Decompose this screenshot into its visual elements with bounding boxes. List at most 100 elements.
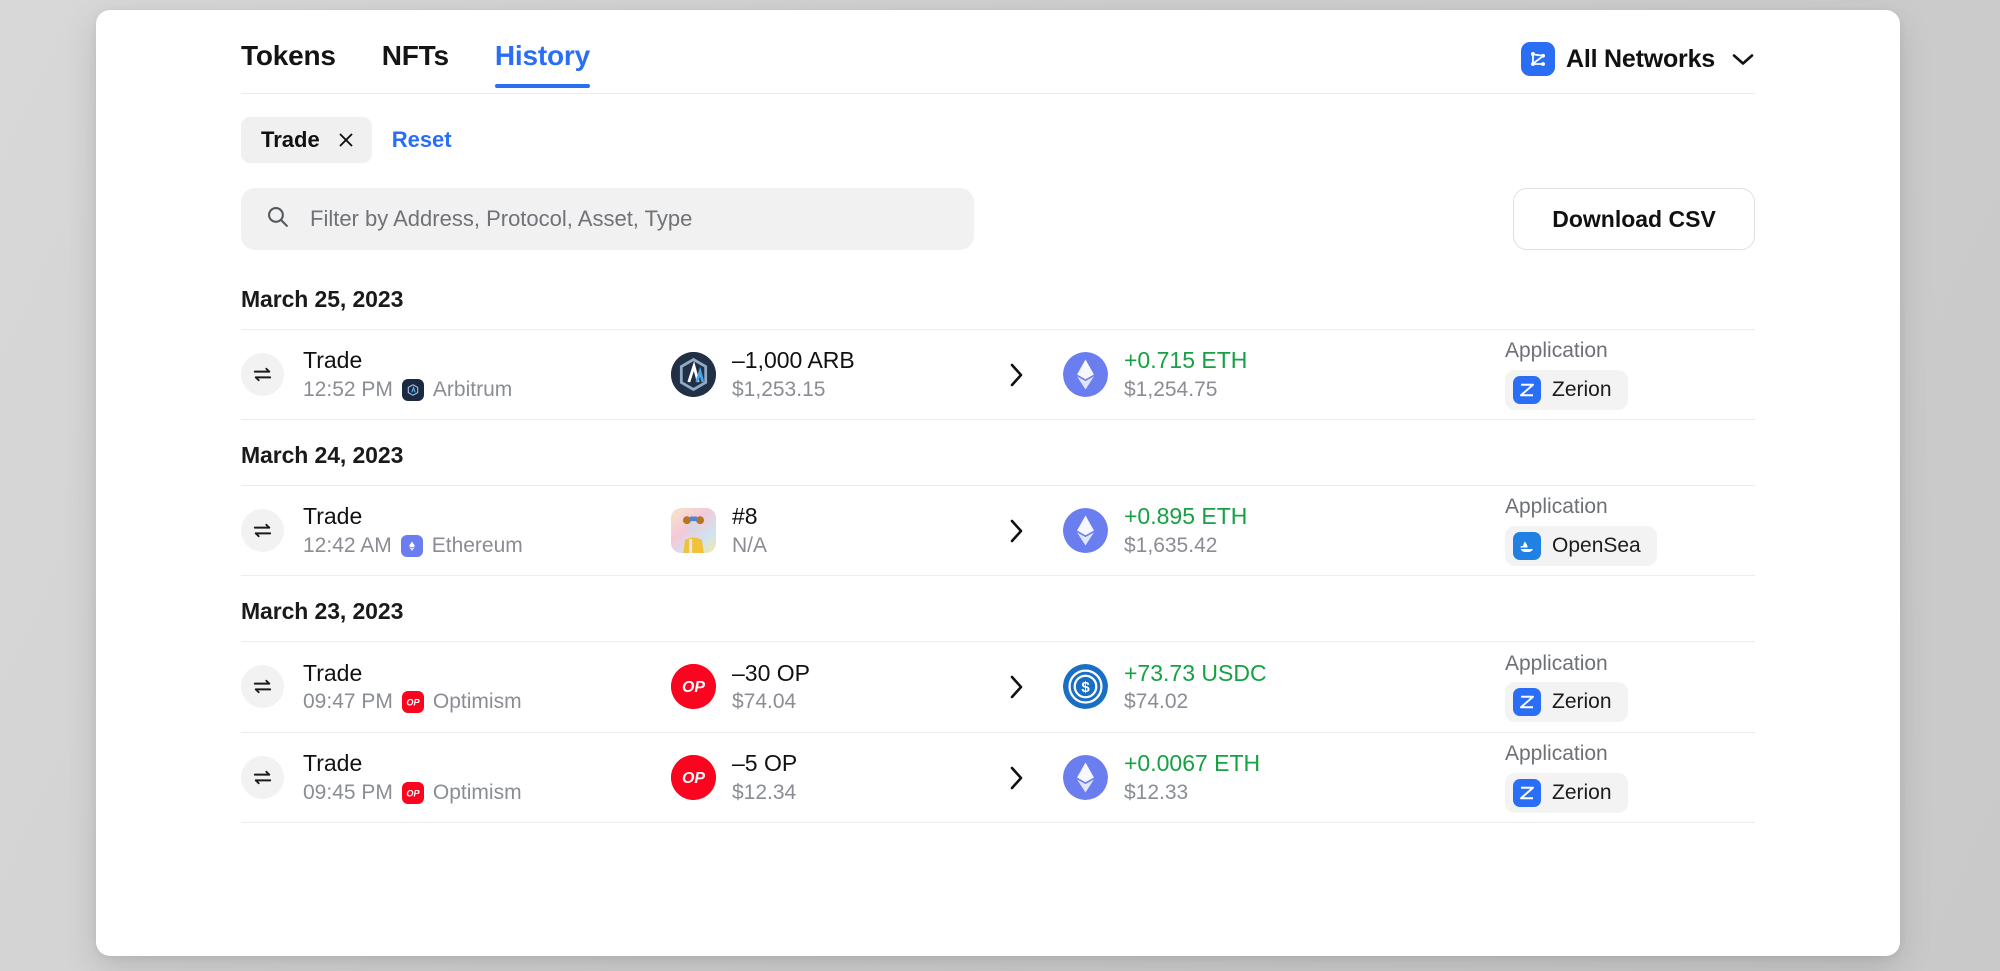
history-group: March 24, 2023 Trade 12:42 AM Ethereum #… — [241, 420, 1755, 576]
optimism-icon: OP — [401, 781, 424, 804]
optimism-icon: OP — [401, 691, 424, 714]
chevron-right-icon — [971, 361, 1063, 389]
svg-text:OP: OP — [406, 698, 420, 708]
row-type-cell: Trade 12:52 PM Arbitrum — [241, 347, 671, 402]
row-time: 09:47 PM — [303, 690, 393, 714]
close-icon[interactable] — [337, 131, 355, 149]
application-badge[interactable]: Zerion — [1505, 369, 1628, 410]
arbitrum-token-icon — [671, 351, 716, 397]
row-application-cell: Application Zerion — [1505, 339, 1755, 410]
swap-arrows-icon — [241, 508, 284, 552]
row-received-amount: +0.895 ETH — [1124, 503, 1248, 530]
tabs-divider — [241, 93, 1755, 94]
ethereum-token-icon — [1063, 351, 1108, 397]
date-header: March 25, 2023 — [241, 286, 404, 312]
application-name: Zerion — [1552, 780, 1612, 804]
row-received-cell: +0.0067 ETH $12.33 — [1063, 750, 1363, 805]
row-chain-label: Arbitrum — [432, 377, 513, 401]
row-sent-value: $1,253.15 — [732, 377, 826, 401]
row-type-cell: Trade 09:47 PM OP Optimism — [241, 660, 671, 715]
row-received-amount: +73.73 USDC — [1124, 659, 1267, 686]
row-type-label: Trade — [303, 347, 363, 374]
application-name: OpenSea — [1552, 533, 1641, 557]
application-badge[interactable]: Zerion — [1505, 682, 1628, 723]
chevron-right-icon — [971, 517, 1063, 545]
row-sent-value: $74.04 — [732, 690, 797, 714]
row-type-cell: Trade 12:42 AM Ethereum — [241, 503, 671, 558]
filter-chip-label: Trade — [261, 127, 320, 152]
row-application-cell: Application OpenSea — [1505, 495, 1755, 566]
swap-arrows-icon — [241, 665, 284, 709]
row-application-cell: Application Zerion — [1505, 652, 1755, 723]
chevron-right-icon — [971, 764, 1063, 792]
tab-nfts[interactable]: NFTs — [382, 42, 449, 87]
reset-filters-button[interactable]: Reset — [392, 127, 452, 153]
row-sent-cell: OP –5 OP $12.34 — [671, 750, 971, 805]
row-sent-cell: OP –30 OP $74.04 — [671, 660, 971, 715]
ethereum-token-icon — [1063, 507, 1108, 553]
row-chain-label: Optimism — [432, 690, 522, 714]
row-sent-amount: –5 OP — [732, 750, 798, 777]
row-received-value: $74.02 — [1124, 690, 1189, 714]
application-badge[interactable]: OpenSea — [1505, 525, 1657, 566]
application-badge[interactable]: Zerion — [1505, 772, 1628, 813]
row-type-label: Trade — [303, 503, 363, 530]
history-list: March 25, 2023 Trade 12:52 PM Arbitrum –… — [241, 286, 1755, 823]
row-received-cell: $ +73.73 USDC $74.02 — [1063, 660, 1363, 715]
search-field[interactable] — [241, 188, 974, 250]
application-label: Application — [1505, 339, 1608, 363]
application-name: Zerion — [1552, 690, 1612, 714]
application-label: Application — [1505, 742, 1608, 766]
swap-arrows-icon — [241, 352, 284, 396]
network-label: All Networks — [1565, 44, 1715, 73]
row-received-amount: +0.0067 ETH — [1124, 750, 1261, 777]
row-sent-value: N/A — [732, 533, 768, 557]
application-name: Zerion — [1552, 377, 1612, 401]
row-application-cell: Application Zerion — [1505, 742, 1755, 813]
network-graph-icon — [1520, 42, 1555, 76]
tab-list: Tokens NFTs History — [241, 10, 590, 88]
svg-text:OP: OP — [682, 770, 705, 787]
row-chain-label: Ethereum — [431, 533, 523, 557]
row-type-cell: Trade 09:45 PM OP Optimism — [241, 750, 671, 805]
ethereum-icon — [400, 534, 423, 557]
wallet-panel: Tokens NFTs History All Networks Trade R… — [96, 10, 1900, 956]
svg-text:OP: OP — [682, 680, 705, 697]
date-header: March 24, 2023 — [241, 442, 404, 468]
row-type-label: Trade — [303, 750, 363, 777]
chevron-down-icon[interactable] — [1731, 52, 1755, 67]
arbitrum-icon — [401, 378, 424, 401]
row-received-value: $12.33 — [1124, 780, 1189, 804]
svg-text:$: $ — [1081, 680, 1090, 697]
usdc-token-icon: $ — [1063, 664, 1108, 710]
chevron-right-icon — [971, 673, 1063, 701]
header-bar: Tokens NFTs History All Networks — [241, 10, 1755, 94]
table-row[interactable]: Trade 12:42 AM Ethereum #8 N/A +0.895 ET… — [241, 485, 1755, 576]
opensea-icon — [1513, 531, 1541, 560]
row-received-cell: +0.715 ETH $1,254.75 — [1063, 347, 1363, 402]
search-input[interactable] — [310, 206, 950, 232]
table-row[interactable]: Trade 09:47 PM OP Optimism OP –30 OP $74… — [241, 641, 1755, 732]
row-sent-amount: –30 OP — [732, 659, 810, 686]
network-selector[interactable]: All Networks — [1520, 10, 1755, 76]
tab-history[interactable]: History — [494, 42, 590, 88]
row-received-value: $1,635.42 — [1124, 533, 1218, 557]
history-group: March 23, 2023 Trade 09:47 PM OP Optimis… — [241, 576, 1755, 823]
tab-tokens[interactable]: Tokens — [241, 42, 336, 87]
table-row[interactable]: Trade 09:45 PM OP Optimism OP –5 OP $12.… — [241, 732, 1755, 823]
optimism-token-icon: OP — [671, 754, 716, 800]
search-icon — [265, 204, 290, 234]
row-time: 12:52 PM — [303, 377, 393, 401]
download-csv-button[interactable]: Download CSV — [1513, 188, 1755, 250]
filter-chip-trade[interactable]: Trade — [241, 117, 372, 163]
table-row[interactable]: Trade 12:52 PM Arbitrum –1,000 ARB $1,25… — [241, 329, 1755, 420]
row-sent-value: $12.34 — [732, 780, 797, 804]
row-sent-cell: –1,000 ARB $1,253.15 — [671, 347, 971, 402]
search-toolbar: Download CSV — [241, 188, 1755, 250]
row-received-value: $1,254.75 — [1124, 377, 1218, 401]
date-header: March 23, 2023 — [241, 598, 404, 624]
row-sent-amount: –1,000 ARB — [732, 347, 855, 374]
ethereum-token-icon — [1063, 754, 1108, 800]
row-type-label: Trade — [303, 659, 363, 686]
application-label: Application — [1505, 495, 1608, 519]
